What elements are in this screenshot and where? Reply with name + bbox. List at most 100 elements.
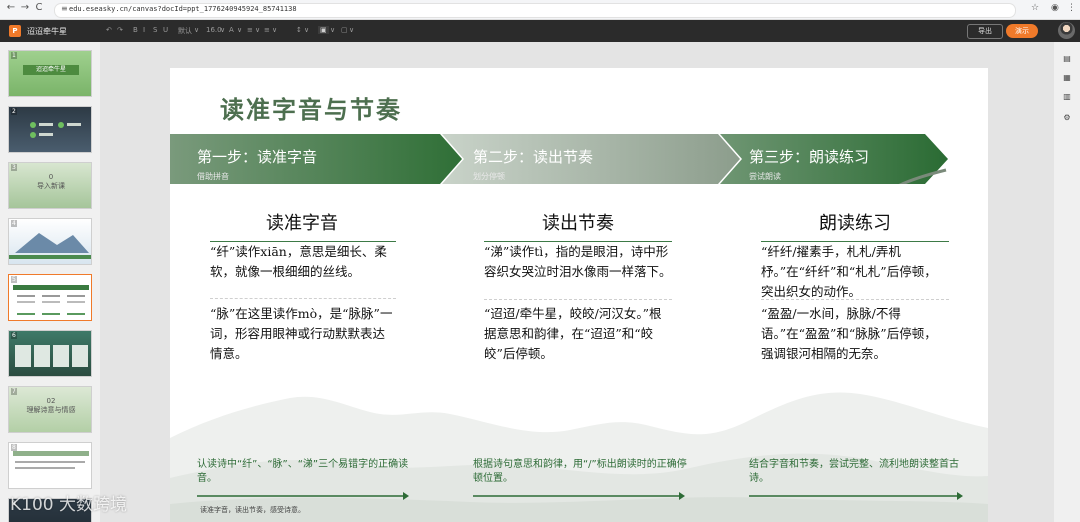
reload-icon[interactable]: C [32,2,46,13]
document-title[interactable]: 迢迢牵牛星 [27,26,67,37]
slide-thumbnail-title: 迢迢牵牛星 [23,65,79,75]
shape-fill-button[interactable]: ▣ [318,26,329,34]
watermark-logo: K100 大数跨境 [10,495,127,515]
slide-thumbnail-preview [15,345,88,367]
export-label: 导出 [978,27,992,35]
slide-thumbnail-6[interactable]: 6 [8,330,92,377]
slide-thumbnail-panel: 1 迢迢牵牛星 2 3 0 导入新课 4 5 6 7 02 理解诗意与情感 8 … [0,42,100,522]
column-1-bottom-arrow [197,492,409,500]
column-3-summary[interactable]: 结合字音和节奏，尝试完整、流利地朗读整首古诗。 [749,458,971,486]
column-1-paragraph-1[interactable]: “纤”读作xiān，意思是细长、柔软，就像一根细细的丝线。 [210,242,396,282]
step-3-sublabel[interactable]: 尝试朗读 [749,171,781,182]
align-dropdown-icon[interactable]: ∨ [255,26,260,34]
slide-thumbnail-5[interactable]: 5 [8,274,92,321]
strikethrough-button[interactable]: S [153,26,157,34]
animation-panel-icon[interactable]: ▥ [1062,92,1072,101]
font-size-dropdown-icon[interactable]: ∨ [220,26,225,34]
redo-icon[interactable]: ↷ [117,26,123,34]
slide-thumbnail-preview [30,122,81,138]
slide-thumbnail-7[interactable]: 7 02 理解诗意与情感 [8,386,92,433]
slide-number: 2 [11,108,17,115]
app-logo-icon: P [9,25,21,37]
border-dropdown-icon[interactable]: ∨ [349,26,354,34]
step-3-label[interactable]: 第三步：朗读练习 [749,146,869,167]
profile-icon[interactable]: ◉ [1051,3,1059,13]
slide-title[interactable]: 读准字音与节奏 [220,90,402,125]
slide-number: 8 [11,444,17,451]
line-spacing-dropdown-icon[interactable]: ∨ [304,26,309,34]
slide-number: 3 [11,164,17,171]
column-1-heading[interactable]: 读准字音 [192,209,412,235]
step-1-sublabel[interactable]: 借助拼音 [197,171,229,182]
address-bar[interactable]: ≡ edu.eseasky.cn/canvas?docId=ppt_177624… [54,3,1016,18]
slide-number: 5 [11,276,17,283]
border-button[interactable]: ▢ [341,26,348,34]
column-2-paragraph-1[interactable]: “涕”读作tì，指的是眼泪，诗中形容织女哭泣时泪水像雨一样落下。 [484,242,672,282]
list-dropdown-icon[interactable]: ∨ [272,26,277,34]
slide-canvas[interactable]: 读准字音与节奏 第一步：读准字音 借助拼音 第二步：读出节奏 划分停顿 第三步：… [170,68,988,522]
undo-icon[interactable]: ↶ [106,26,112,34]
font-family-select[interactable]: 默认 [178,26,192,36]
back-icon[interactable]: ← [4,2,18,13]
column-1-paragraph-2[interactable]: “脉”在这里读作mò，是“脉脉”一词，形容用眼神或行动默默表达情意。 [210,304,396,364]
user-avatar[interactable] [1058,22,1075,39]
settings-gear-icon[interactable]: ⚙ [1062,113,1072,122]
slide-thumbnail-preview [13,285,89,315]
slide-thumbnail-preview [9,233,91,259]
font-family-dropdown-icon[interactable]: ∨ [194,26,199,34]
column-1-dashed-divider [210,298,396,299]
slide-number: 6 [11,332,17,339]
underline-button[interactable]: U [163,26,168,34]
slide-thumbnail-2[interactable]: 2 [8,106,92,153]
column-2-paragraph-2[interactable]: “迢迢/牵牛星，皎皎/河汉女。”根据意思和韵律，在“迢迢”和“皎皎”后停顿。 [484,304,672,364]
font-color-dropdown-icon[interactable]: ∨ [237,26,242,34]
section-number: 02 [46,397,56,405]
column-3-heading[interactable]: 朗读练习 [745,209,965,235]
column-1-summary[interactable]: 认读诗中“纤”、“脉”、“涕”三个易错字的正确读音。 [197,458,417,486]
slide-thumbnail-title: 02 理解诗意与情感 [9,397,91,415]
column-3-bottom-arrow [749,492,963,500]
slide-thumbnail-preview [13,451,89,469]
italic-button[interactable]: I [143,26,145,34]
list-button[interactable]: ≡ [264,26,270,34]
column-3-paragraph-1[interactable]: “纤纤/擢素手，札札/弄机杼。”在“纤纤”和“札札”后停顿，突出织女的动作。 [761,242,949,302]
browser-toolbar: ← → C ≡ edu.eseasky.cn/canvas?docId=ppt_… [0,0,1080,20]
slide-thumbnail-title: 0 导入新课 [9,173,91,191]
bookmark-star-icon[interactable]: ☆ [1031,3,1039,13]
column-2-heading[interactable]: 读出节奏 [468,209,688,235]
slide-thumbnail-8[interactable]: 8 [8,442,92,489]
column-2-dashed-divider [484,299,672,300]
url-text: edu.eseasky.cn/canvas?docId=ppt_17762409… [69,5,297,13]
section-title: 导入新课 [37,182,65,190]
slide-number: 7 [11,388,17,395]
present-button[interactable]: 演示 [1006,24,1038,38]
column-2-bottom-arrow [473,492,685,500]
site-info-icon[interactable]: ≡ [61,4,68,13]
slide-thumbnail-1[interactable]: 1 迢迢牵牛星 [8,50,92,97]
layout-panel-icon[interactable]: ▦ [1062,73,1072,82]
step-2-sublabel[interactable]: 划分停顿 [473,171,505,182]
slide-thumbnail-3[interactable]: 3 0 导入新课 [8,162,92,209]
slide-footnote[interactable]: 读准字音，读出节奏，感受诗意。 [200,505,305,515]
column-2-summary[interactable]: 根据诗句意思和韵律，用“/”标出朗读时的正确停顿位置。 [473,458,695,486]
step-2-label[interactable]: 第二步：读出节奏 [473,146,593,167]
slide-thumbnail-4[interactable]: 4 [8,218,92,265]
column-3-dashed-divider [761,299,949,300]
export-button[interactable]: 导出 [967,24,1003,39]
section-title: 理解诗意与情感 [26,406,76,414]
shape-fill-dropdown-icon[interactable]: ∨ [330,26,335,34]
slide-number: 4 [11,220,17,227]
browser-menu-icon[interactable]: ⋮ [1067,3,1076,13]
slide-number: 1 [11,52,17,59]
design-panel-icon[interactable]: ▤ [1062,54,1072,63]
align-button[interactable]: ≡ [247,26,253,34]
line-spacing-button[interactable]: ↕ [296,26,302,34]
column-3-paragraph-2[interactable]: “盈盈/一水间，脉脉/不得语。”在“盈盈”和“脉脉”后停顿，强调银河相隔的无奈。 [761,304,949,364]
section-number: 0 [48,173,54,181]
present-label: 演示 [1015,27,1029,35]
bold-button[interactable]: B [133,26,138,34]
step-1-label[interactable]: 第一步：读准字音 [197,146,317,167]
font-color-button[interactable]: A [229,26,234,34]
forward-icon[interactable]: → [18,2,32,13]
right-tool-panel: ▤ ▦ ▥ ⚙ [1054,42,1080,522]
